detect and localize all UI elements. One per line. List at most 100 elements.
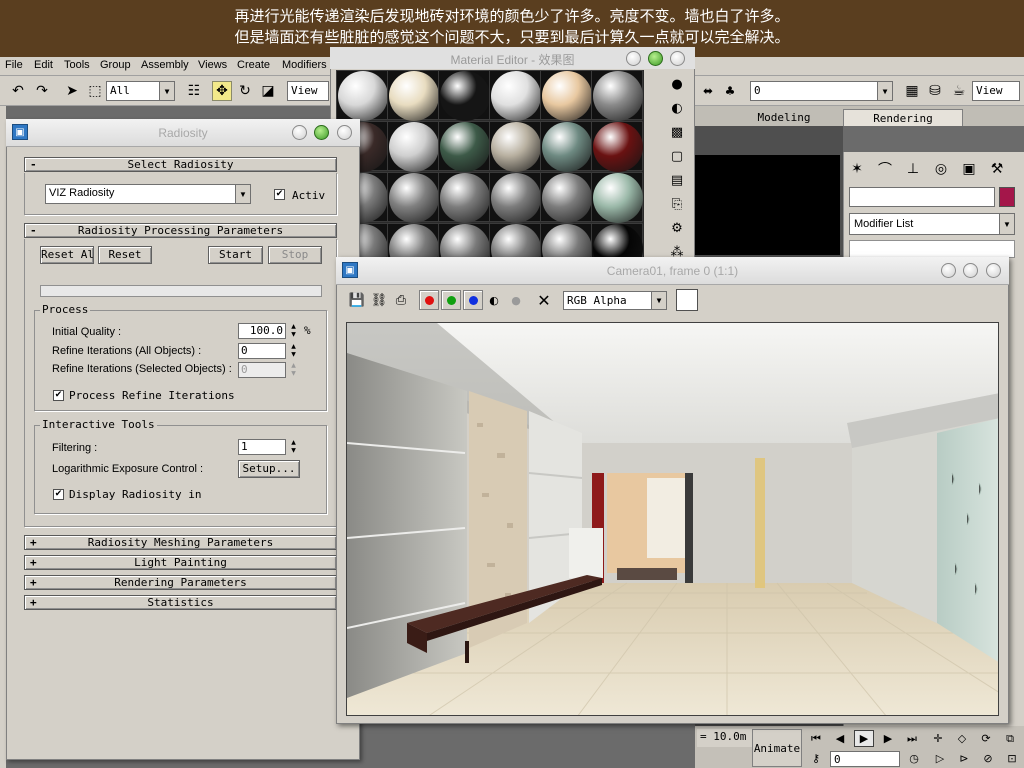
named-selection-combo[interactable]: 0 ▼ (750, 81, 893, 101)
sample-type-icon[interactable]: ● (666, 74, 688, 94)
rendering-parameters-rollout[interactable]: + Rendering Parameters (24, 575, 337, 590)
next-frame-icon[interactable]: ▶ (878, 730, 898, 747)
save-icon[interactable]: 💾 (348, 291, 366, 309)
render-scene-icon[interactable]: ▦ (902, 81, 922, 101)
minimize-button[interactable] (292, 125, 307, 140)
material-slot[interactable] (591, 70, 643, 121)
options-icon[interactable]: ⚙ (666, 218, 688, 238)
material-slot[interactable] (489, 121, 541, 172)
pixel-color-swatch[interactable] (676, 289, 698, 311)
material-slot[interactable] (387, 70, 439, 121)
processing-parameters-rollout[interactable]: - Radiosity Processing Parameters (24, 223, 337, 238)
material-slot[interactable] (489, 172, 541, 223)
filtering-input[interactable]: 1 (238, 439, 286, 455)
display-icon[interactable]: ▣ (958, 158, 980, 180)
close-button[interactable] (986, 263, 1001, 278)
filtering-spinner[interactable]: ▲ ▼ (289, 439, 298, 455)
reset-button[interactable]: Reset (98, 246, 152, 264)
move-icon[interactable]: ✥ (212, 81, 232, 101)
selection-filter-combo[interactable]: All ▼ (106, 81, 175, 101)
backlight-icon[interactable]: ◐ (666, 98, 688, 118)
utilities-icon[interactable]: ⚒ (986, 158, 1008, 180)
menu-views[interactable]: Views (198, 59, 227, 71)
radiosity-engine-combo[interactable]: VIZ Radiosity ▼ (45, 184, 251, 204)
maximize-button[interactable] (648, 51, 663, 66)
orbit-icon[interactable]: ⟳ (976, 730, 996, 747)
object-color-swatch[interactable] (999, 187, 1015, 207)
menu-group[interactable]: Group (100, 59, 131, 71)
align-icon[interactable]: ⬌ (698, 81, 718, 101)
reset-all-button[interactable]: Reset All (40, 246, 94, 264)
region-select-icon[interactable]: ⬚ (85, 81, 105, 101)
clear-icon[interactable]: ✕ (535, 291, 553, 310)
modify-icon[interactable]: ⌒ (874, 158, 896, 180)
pan-icon[interactable]: ✛ (928, 730, 948, 747)
object-name-input[interactable] (849, 187, 995, 207)
go-to-start-icon[interactable]: ⏮ (806, 730, 826, 747)
motion-icon[interactable]: ◎ (930, 158, 952, 180)
red-channel-button[interactable] (419, 290, 439, 310)
teapot-render-icon[interactable]: ☕ (949, 81, 969, 101)
blue-channel-button[interactable] (463, 290, 483, 310)
scale-icon[interactable]: ◪ (258, 81, 278, 101)
material-slot[interactable] (540, 121, 592, 172)
menu-file[interactable]: File (5, 59, 23, 71)
tab-modeling[interactable]: Modeling (725, 109, 843, 126)
previous-frame-icon[interactable]: ◀ (830, 730, 850, 747)
material-slot[interactable] (540, 70, 592, 121)
min-max-toggle-icon[interactable]: ⊡ (1002, 750, 1022, 767)
refine-all-input[interactable]: 0 (238, 343, 286, 359)
material-slot[interactable] (540, 172, 592, 223)
go-to-end-icon[interactable]: ⏭ (902, 730, 922, 747)
material-slot[interactable] (591, 172, 643, 223)
active-checkbox[interactable]: ✔ (274, 189, 285, 200)
process-refine-checkbox[interactable]: ✔ (53, 390, 64, 401)
select-by-name-icon[interactable]: ☷ (184, 81, 204, 101)
green-channel-button[interactable] (441, 290, 461, 310)
maximize-button[interactable] (314, 125, 329, 140)
arc-rotate-icon[interactable]: ◇ (952, 730, 972, 747)
viewport-area[interactable] (695, 155, 840, 255)
material-slot[interactable] (438, 172, 490, 223)
sample-uv-tiling-icon[interactable]: ▢ (666, 146, 688, 166)
play-icon[interactable]: ▶ (854, 730, 874, 747)
alpha-channel-icon[interactable]: ● (507, 291, 525, 309)
hierarchy-icon[interactable]: ⊥ (902, 158, 924, 180)
print-icon[interactable]: ⎙ (392, 291, 410, 309)
create-icon[interactable]: ✶ (846, 158, 868, 180)
reference-coordinate-field[interactable]: View (287, 81, 329, 101)
render-viewport-field[interactable]: View (972, 81, 1020, 101)
modifier-list-dropdown[interactable]: Modifier List ▼ (849, 213, 1015, 235)
initial-quality-spinner[interactable]: ▲ ▼ (289, 323, 298, 339)
video-color-check-icon[interactable]: ▤ (666, 170, 688, 190)
clone-icon[interactable]: ⛓ (370, 291, 388, 309)
statistics-rollout[interactable]: + Statistics (24, 595, 337, 610)
field-of-view-icon[interactable]: ⊳ (954, 750, 974, 767)
channel-display-combo[interactable]: RGB Alpha ▼ (563, 291, 667, 310)
maximize-viewport-icon[interactable]: ⧉ (1000, 730, 1020, 747)
menu-assembly[interactable]: Assembly (141, 59, 189, 71)
minimize-button[interactable] (941, 263, 956, 278)
stop-button[interactable]: Stop (268, 246, 322, 264)
menu-tools[interactable]: Tools (64, 59, 90, 71)
select-radiosity-rollout[interactable]: - Select Radiosity (24, 157, 337, 172)
material-slot[interactable] (387, 121, 439, 172)
menu-modifiers[interactable]: Modifiers (282, 59, 327, 71)
light-painting-rollout[interactable]: + Light Painting (24, 555, 337, 570)
menu-edit[interactable]: Edit (34, 59, 53, 71)
setup-button[interactable]: Setup... (238, 460, 300, 478)
select-arrow-icon[interactable]: ➤ (62, 81, 82, 101)
minimize-button[interactable] (626, 51, 641, 66)
material-slot[interactable] (387, 172, 439, 223)
rotate-icon[interactable]: ↻ (235, 81, 255, 101)
refine-selected-input[interactable]: 0 (238, 362, 286, 378)
zoom-region-icon[interactable]: ▷ (930, 750, 950, 767)
menu-create[interactable]: Create (237, 59, 270, 71)
modifier-stack[interactable] (849, 240, 1015, 258)
refine-selected-spinner[interactable]: ▲ ▼ (289, 362, 298, 378)
quick-render-icon[interactable]: ⛁ (925, 81, 945, 101)
time-config-icon[interactable]: ◷ (904, 750, 924, 767)
make-preview-icon[interactable]: ⎘ (666, 194, 688, 214)
redo-icon[interactable]: ↷ (32, 81, 52, 101)
close-button[interactable] (337, 125, 352, 140)
